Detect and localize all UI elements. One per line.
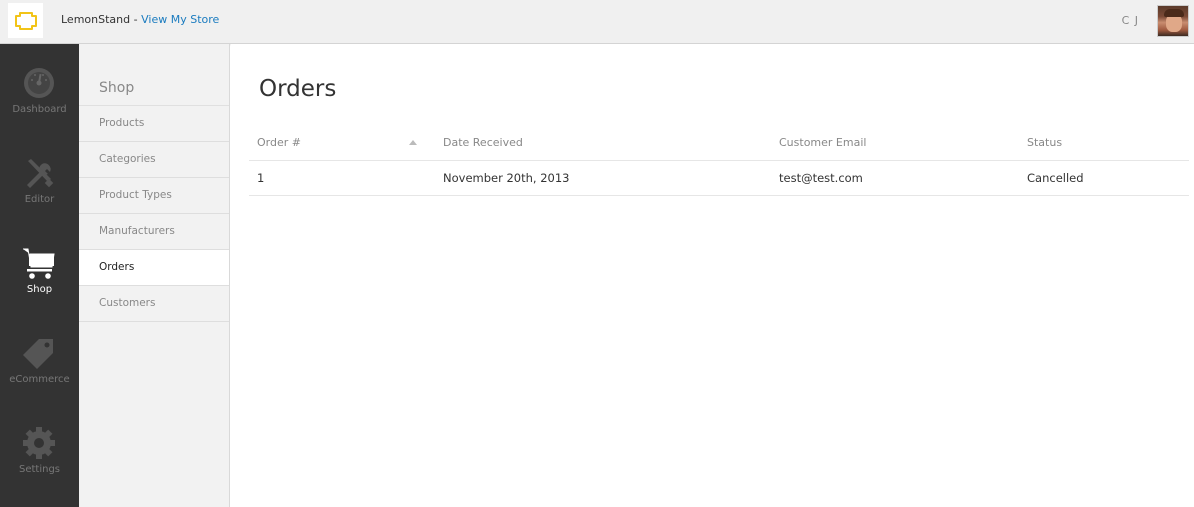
page-title: Orders <box>259 76 337 102</box>
top-bar: LemonStand - View My Store C J <box>0 0 1194 44</box>
main-nav-label: eCommerce <box>9 374 70 385</box>
cell-date-received: November 20th, 2013 <box>443 171 570 185</box>
view-my-store-link[interactable]: View My Store <box>141 13 219 26</box>
brand-area: LemonStand - View My Store <box>61 13 219 26</box>
sub-nav-title: Shop <box>99 80 135 96</box>
column-header-email[interactable]: Customer Email <box>779 136 866 149</box>
gauge-icon <box>24 68 54 98</box>
column-header-date[interactable]: Date Received <box>443 136 523 149</box>
lemonstand-logo[interactable] <box>8 3 43 38</box>
main-nav-label: Settings <box>18 464 60 475</box>
tools-icon <box>27 159 54 188</box>
header-divider <box>249 160 1189 161</box>
sub-nav-item-products[interactable]: Products <box>79 106 229 142</box>
main-nav-settings[interactable]: Settings <box>0 404 79 494</box>
avatar[interactable] <box>1157 5 1189 37</box>
sub-nav-item-customers[interactable]: Customers <box>79 286 229 322</box>
tag-icon <box>23 339 53 369</box>
main-content: Orders Order # Date Received Customer Em… <box>231 44 1194 507</box>
sub-nav-item-product-types[interactable]: Product Types <box>79 178 229 214</box>
gear-icon <box>23 427 55 459</box>
sub-nav-item-orders[interactable]: Orders <box>79 250 229 286</box>
column-header-status[interactable]: Status <box>1027 136 1062 149</box>
main-nav-label: Dashboard <box>12 104 67 115</box>
sub-nav-item-manufacturers[interactable]: Manufacturers <box>79 214 229 250</box>
user-initials[interactable]: C J <box>1122 14 1139 27</box>
brand-separator: - <box>133 13 138 26</box>
cell-order-number: 1 <box>257 171 265 185</box>
main-nav: Dashboard Editor Shop eCommerce Settings <box>0 44 79 507</box>
cell-customer-email: test@test.com <box>779 171 863 185</box>
main-nav-label: Shop <box>26 284 53 295</box>
main-nav-editor[interactable]: Editor <box>0 134 79 224</box>
cell-status: Cancelled <box>1027 171 1084 185</box>
cart-icon <box>23 248 55 279</box>
main-nav-label: Editor <box>24 194 55 205</box>
main-nav-ecommerce[interactable]: eCommerce <box>0 314 79 404</box>
sort-ascending-icon[interactable] <box>409 140 417 145</box>
main-nav-shop[interactable]: Shop <box>0 224 79 314</box>
main-nav-dashboard[interactable]: Dashboard <box>0 44 79 134</box>
column-header-order[interactable]: Order # <box>257 136 301 149</box>
row-divider <box>249 195 1189 196</box>
brand-name: LemonStand <box>61 13 131 26</box>
logo-icon <box>14 11 37 30</box>
sub-nav-item-categories[interactable]: Categories <box>79 142 229 178</box>
sub-nav: Shop Products Categories Product Types M… <box>79 44 230 507</box>
